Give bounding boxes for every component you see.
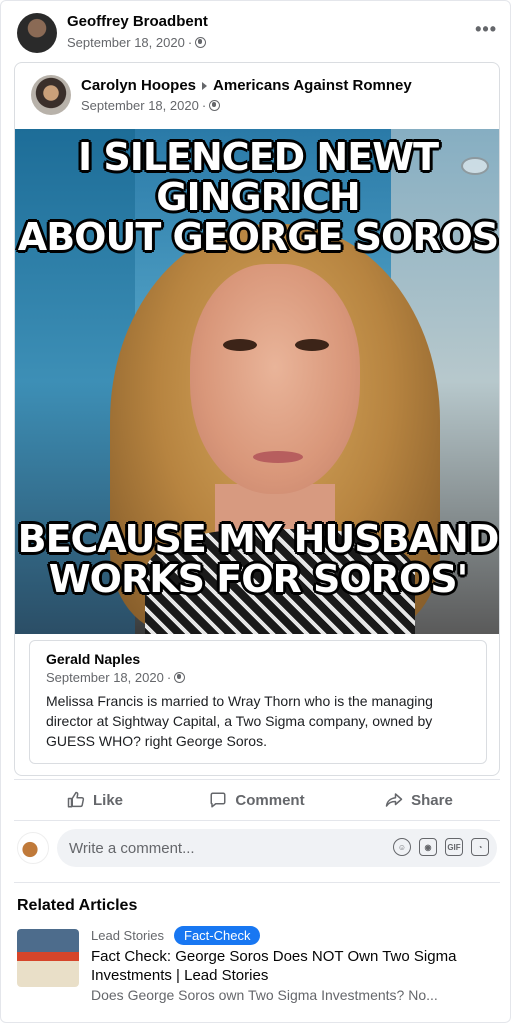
- shared-post-card: Carolyn Hoopes Americans Against Romney …: [14, 62, 500, 776]
- emoji-icon[interactable]: ☺: [393, 838, 411, 856]
- post-meta: September 18, 2020 ·: [67, 35, 207, 50]
- avatar[interactable]: [17, 13, 57, 53]
- globe-icon: [195, 37, 207, 48]
- sticker-icon[interactable]: ◔: [471, 838, 489, 856]
- avatar[interactable]: [17, 832, 49, 864]
- arrow-right-icon: [202, 81, 208, 90]
- caption-text: Melissa Francis is married to Wray Thorn…: [46, 693, 433, 749]
- camera-icon[interactable]: ◉: [419, 838, 437, 856]
- comment-button[interactable]: Comment: [176, 780, 338, 820]
- meme-bottom-line-1: BECAUSE MY HUSBAND: [17, 517, 499, 561]
- meme-top-line-1: I SILENCED NEWT GINGRICH: [77, 135, 439, 219]
- comment-input[interactable]: Write a comment... ☺ ◉ GIF ◔: [57, 829, 497, 867]
- meme-top-text: I SILENCED NEWT GINGRICH ABOUT GEORGE SO…: [15, 135, 499, 259]
- article-thumbnail[interactable]: [17, 929, 79, 987]
- shared-post-header: Carolyn Hoopes Americans Against Romney …: [15, 63, 499, 129]
- facebook-post: Geoffrey Broadbent September 18, 2020 · …: [0, 0, 511, 1023]
- post-author-name[interactable]: Geoffrey Broadbent: [67, 13, 208, 30]
- more-options-button[interactable]: •••: [475, 19, 497, 40]
- globe-icon: [209, 100, 221, 111]
- image-eye-right: [295, 339, 329, 351]
- shared-author-name[interactable]: Carolyn Hoopes: [81, 77, 196, 94]
- related-source-row: Lead Stories Fact-Check: [91, 926, 497, 945]
- share-arrow-icon: [385, 793, 403, 807]
- image-eye-left: [223, 339, 257, 351]
- shared-post-date[interactable]: September 18, 2020: [81, 98, 199, 113]
- comment-placeholder: Write a comment...: [69, 840, 195, 857]
- related-articles-title: Related Articles: [17, 897, 138, 914]
- meme-image[interactable]: I SILENCED NEWT GINGRICH ABOUT GEORGE SO…: [15, 129, 499, 634]
- eye-overlay-icon: [461, 157, 489, 175]
- caption-date[interactable]: September 18, 2020: [46, 670, 164, 685]
- article-description: Does George Soros own Two Sigma Investme…: [91, 987, 438, 1003]
- article-headline[interactable]: Fact Check: George Soros Does NOT Own Tw…: [91, 947, 497, 985]
- divider: [14, 882, 500, 883]
- caption-author-name[interactable]: Gerald Naples: [46, 651, 470, 667]
- gif-icon[interactable]: GIF: [445, 838, 463, 856]
- comment-tools: ☺ ◉ GIF ◔: [393, 838, 489, 856]
- comment-bubble-icon: [210, 792, 226, 808]
- caption-meta: September 18, 2020 ·: [46, 670, 470, 685]
- post-action-bar: Like Comment Share: [14, 779, 500, 821]
- related-article-text: Lead Stories Fact-Check Fact Check: Geor…: [91, 926, 497, 1003]
- shared-post-meta: September 18, 2020 ·: [81, 98, 221, 113]
- shared-author-line: Carolyn Hoopes Americans Against Romney: [81, 77, 412, 94]
- post-date[interactable]: September 18, 2020: [67, 35, 185, 50]
- thumbs-up-icon: [67, 791, 85, 808]
- globe-icon: [174, 672, 186, 683]
- shared-author-avatar[interactable]: [31, 75, 71, 115]
- like-label: Like: [92, 791, 123, 809]
- like-button[interactable]: Like: [14, 780, 176, 820]
- separator-dot: ·: [201, 98, 207, 113]
- image-lips: [253, 451, 303, 463]
- caption-card: Gerald Naples September 18, 2020 · Melis…: [29, 640, 487, 764]
- separator-dot: ·: [187, 35, 193, 50]
- related-article[interactable]: Lead Stories Fact-Check Fact Check: Geor…: [17, 926, 497, 1016]
- comment-label: Comment: [235, 791, 305, 809]
- article-source: Lead Stories: [91, 928, 164, 943]
- meme-bottom-line-2: WORKS FOR SOROS': [48, 557, 469, 601]
- fact-check-badge: Fact-Check: [174, 926, 261, 945]
- meme-bottom-text: BECAUSE MY HUSBAND WORKS FOR SOROS': [15, 517, 499, 601]
- share-label: Share: [411, 791, 453, 809]
- shared-group-name[interactable]: Americans Against Romney: [213, 77, 412, 94]
- separator-dot: ·: [166, 670, 172, 685]
- comment-composer: Write a comment... ☺ ◉ GIF ◔: [17, 828, 497, 868]
- post-header: Geoffrey Broadbent September 18, 2020 · …: [17, 11, 497, 55]
- meme-top-line-2: ABOUT GEORGE SOROS: [17, 215, 499, 259]
- share-button[interactable]: Share: [338, 780, 500, 820]
